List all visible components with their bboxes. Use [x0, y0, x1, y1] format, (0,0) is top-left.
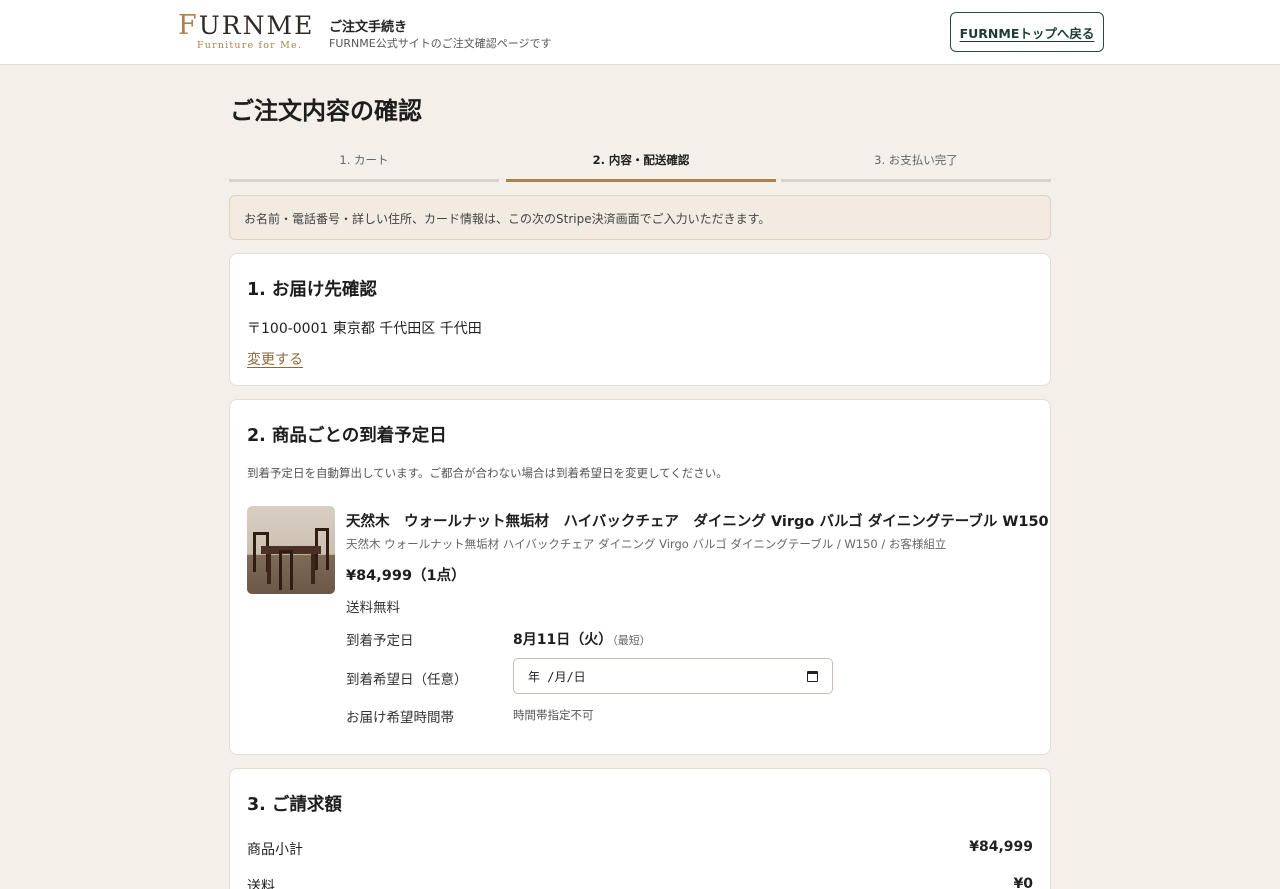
- step-bar: [781, 179, 1051, 182]
- step-label: 1. カート: [339, 153, 389, 167]
- eta-label: 到着予定日: [346, 633, 414, 649]
- logo-tagline: Furniture for Me.: [197, 40, 303, 51]
- header-title: ご注文手続き: [329, 20, 408, 35]
- logo-first-letter: F: [178, 10, 199, 41]
- stripe-notice: お名前・電話番号・詳しい住所、カード情報は、この次のStripe決済画面でご入力…: [229, 195, 1051, 240]
- billing-card: 3. ご請求額 商品小計 ¥84,999 送料 ¥0: [229, 768, 1051, 889]
- eta-tag: （最短）: [612, 634, 651, 647]
- logo-wordmark: FURNME: [178, 12, 313, 40]
- subtotal-row: 商品小計 ¥84,999: [247, 839, 1033, 859]
- header-subtitle: FURNME公式サイトのご注文確認ページです: [329, 37, 552, 50]
- step-label: 2. 内容・配送確認: [592, 153, 690, 167]
- change-address-link[interactable]: 変更する: [247, 349, 303, 369]
- page-title: ご注文内容の確認: [230, 97, 422, 125]
- step-label: 3. お支払い完了: [874, 153, 958, 167]
- product-price: ¥84,999（1点）: [346, 568, 466, 584]
- arrival-date-card: 2. 商品ごとの到着予定日 到着予定日を自動算出しています。ご都合が合わない場合…: [229, 399, 1051, 755]
- product-thumbnail: [247, 506, 335, 594]
- arrival-heading: 2. 商品ごとの到着予定日: [247, 426, 447, 446]
- step-payment: 3. お支払い完了: [781, 146, 1051, 182]
- step-cart: 1. カート: [229, 146, 499, 182]
- product-name: 天然木 ウォールナット無垢材 ハイバックチェア ダイニング Virgo バルゴ …: [346, 514, 1049, 530]
- back-to-top-button[interactable]: FURNMEトップへ戻る: [950, 12, 1104, 52]
- subtotal-amount: ¥84,999: [969, 839, 1033, 855]
- delivery-address: 〒100-0001 東京都 千代田区 千代田: [247, 321, 482, 337]
- step-confirm: 2. 内容・配送確認: [506, 146, 776, 182]
- calendar-icon[interactable]: [807, 670, 818, 682]
- logo-rest-letters: URNME: [198, 11, 315, 40]
- delivery-heading: 1. お届け先確認: [247, 280, 377, 300]
- wish-date-label: 到着希望日（任意）: [346, 672, 468, 688]
- step-bar: [229, 179, 499, 182]
- wish-date-input[interactable]: 年 /月/日: [513, 658, 833, 694]
- time-slot-label: お届け希望時間帯: [346, 710, 454, 726]
- shipping-amount: ¥0: [1013, 876, 1033, 889]
- shipping-label: 送料: [247, 879, 275, 889]
- product-variant: 天然木 ウォールナット無垢材 ハイバックチェア ダイニング Virgo バルゴ …: [346, 537, 947, 551]
- eta-date: 8月11日（火）: [513, 632, 613, 648]
- shipping-row: 送料 ¥0: [247, 876, 1033, 889]
- subtotal-label: 商品小計: [247, 842, 303, 858]
- arrival-note: 到着予定日を自動算出しています。ご都合が合わない場合は到着希望日を変更してくださ…: [247, 466, 728, 480]
- site-header: FURNME Furniture for Me. ご注文手続き FURNME公式…: [0, 0, 1280, 65]
- furnme-logo[interactable]: FURNME Furniture for Me.: [178, 12, 313, 52]
- checkout-steps: 1. カート 2. 内容・配送確認 3. お支払い完了: [229, 146, 1051, 182]
- billing-heading: 3. ご請求額: [247, 795, 342, 815]
- eta-value: 8月11日（火）（最短）: [513, 629, 651, 649]
- delivery-address-card: 1. お届け先確認 〒100-0001 東京都 千代田区 千代田 変更する: [229, 253, 1051, 386]
- wish-date-value: 年 /月/日: [528, 669, 586, 684]
- time-slot-value: 時間帯指定不可: [513, 708, 594, 722]
- step-bar-active: [506, 179, 776, 182]
- product-shipping: 送料無料: [346, 600, 400, 616]
